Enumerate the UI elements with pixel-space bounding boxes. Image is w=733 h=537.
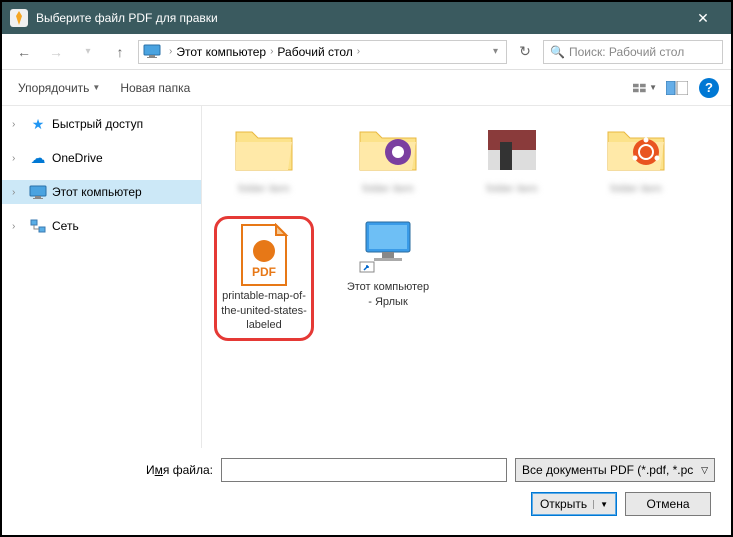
chevron-down-icon: ▼ (92, 83, 100, 92)
addressbar-dropdown-icon[interactable]: ▾ (493, 46, 498, 57)
view-options-button[interactable]: ▼ (633, 76, 657, 100)
navbar: ← → ▾ ↑ › Этот компьютер › Рабочий стол … (2, 34, 731, 70)
cancel-button[interactable]: Отмена (625, 492, 711, 516)
folder-icon (600, 118, 672, 178)
window-title: Выберите файл PDF для правки (36, 11, 683, 25)
address-bar[interactable]: › Этот компьютер › Рабочий стол › ▾ (138, 40, 507, 64)
computer-icon (352, 216, 424, 276)
search-icon: 🔍 (550, 45, 565, 59)
folder-item[interactable]: folder item (338, 118, 438, 196)
filetype-label: Все документы PDF (*.pdf, *.pс (522, 463, 693, 477)
chevron-right-icon: › (12, 221, 24, 232)
star-icon: ★ (28, 115, 48, 133)
svg-text:PDF: PDF (252, 265, 276, 279)
sidebar-item-label: Сеть (52, 219, 79, 233)
sidebar-item-label: Этот компьютер (52, 185, 142, 199)
pdf-icon: PDF (228, 225, 300, 285)
file-label: folder item (610, 182, 661, 196)
monitor-icon (143, 44, 161, 60)
new-folder-button[interactable]: Новая папка (114, 77, 196, 99)
forward-button[interactable]: → (42, 38, 70, 66)
chevron-right-icon: › (357, 46, 360, 57)
history-dropdown[interactable]: ▾ (74, 38, 102, 66)
pdf-file-item[interactable]: PDF printable-map-of-the-united-states-l… (214, 216, 314, 341)
sidebar-item-network[interactable]: › Сеть (2, 214, 201, 238)
chevron-right-icon: › (12, 119, 24, 130)
refresh-button[interactable]: ↻ (511, 38, 539, 66)
help-button[interactable]: ? (697, 76, 721, 100)
file-label: folder item (238, 182, 289, 196)
filename-input[interactable] (221, 458, 507, 482)
sidebar-item-this-pc[interactable]: › Этот компьютер (2, 180, 201, 204)
chevron-right-icon: › (270, 46, 273, 57)
search-input[interactable]: 🔍 Поиск: Рабочий стол (543, 40, 723, 64)
shortcut-item[interactable]: Этот компьютер- Ярлык (338, 216, 438, 341)
toolbar: Упорядочить▼ Новая папка ▼ ? (2, 70, 731, 106)
sidebar: › ★ Быстрый доступ › ☁ OneDrive › Этот к… (2, 106, 202, 448)
chevron-right-icon: › (169, 46, 172, 57)
sidebar-item-onedrive[interactable]: › ☁ OneDrive (2, 146, 201, 170)
help-icon: ? (699, 78, 719, 98)
file-label: Этот компьютер- Ярлык (347, 280, 429, 309)
cloud-icon: ☁ (28, 149, 48, 167)
sidebar-item-quick-access[interactable]: › ★ Быстрый доступ (2, 112, 201, 136)
button-row: Открыть ▼ Отмена (18, 492, 715, 516)
app-icon (10, 9, 28, 27)
titlebar: Выберите файл PDF для правки ✕ (2, 2, 731, 34)
split-chevron-icon: ▼ (593, 500, 608, 509)
close-button[interactable]: ✕ (683, 2, 723, 34)
main-area: › ★ Быстрый доступ › ☁ OneDrive › Этот к… (2, 106, 731, 448)
breadcrumb-part[interactable]: Этот компьютер (176, 45, 266, 59)
back-button[interactable]: ← (10, 38, 38, 66)
chevron-down-icon: ▼ (649, 83, 657, 92)
filetype-select[interactable]: Все документы PDF (*.pdf, *.pс ▽ (515, 458, 715, 482)
sidebar-item-label: Быстрый доступ (52, 117, 143, 131)
folder-item[interactable]: folder item (586, 118, 686, 196)
file-label: folder item (362, 182, 413, 196)
monitor-icon (28, 183, 48, 201)
network-icon (28, 217, 48, 235)
bottom-panel: Имя файла: Все документы PDF (*.pdf, *.p… (2, 448, 731, 526)
folder-icon (228, 118, 300, 178)
file-label: folder item (486, 182, 537, 196)
filename-row: Имя файла: Все документы PDF (*.pdf, *.p… (18, 458, 715, 482)
open-button[interactable]: Открыть ▼ (531, 492, 617, 516)
chevron-right-icon: › (12, 153, 24, 164)
file-label: printable-map-of-the-united-states-label… (221, 289, 307, 332)
preview-pane-button[interactable] (665, 76, 689, 100)
organize-button[interactable]: Упорядочить▼ (12, 77, 106, 99)
folder-item[interactable]: folder item (214, 118, 314, 196)
breadcrumb-part[interactable]: Рабочий стол (277, 45, 352, 59)
up-button[interactable]: ↑ (106, 38, 134, 66)
sidebar-item-label: OneDrive (52, 151, 103, 165)
folder-icon (352, 118, 424, 178)
filename-label: Имя файла: (18, 463, 213, 477)
file-list[interactable]: folder item folder item folder item fold… (202, 106, 731, 448)
search-placeholder: Поиск: Рабочий стол (569, 45, 684, 59)
chevron-right-icon: › (12, 187, 24, 198)
folder-item[interactable]: folder item (462, 118, 562, 196)
folder-icon (476, 118, 548, 178)
chevron-down-icon: ▽ (701, 465, 708, 476)
